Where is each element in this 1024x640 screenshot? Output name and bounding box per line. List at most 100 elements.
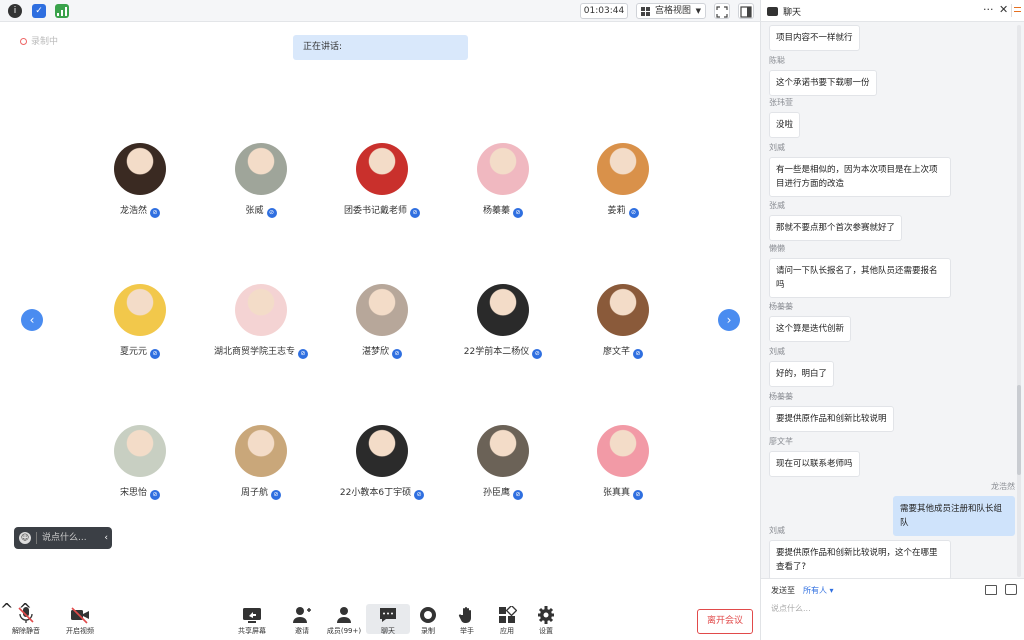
mic-muted-icon: ⊘ — [271, 490, 281, 500]
participant-name: 杨蓁蓁 — [482, 206, 510, 216]
unmute-label: 解除静音 — [12, 627, 40, 635]
participant-tile[interactable]: 姜莉 ⊘ — [548, 143, 698, 218]
chat-label: 聊天 — [381, 627, 395, 635]
quick-chat-bar[interactable]: ☺ 说点什么... ‹ — [14, 527, 112, 549]
hand-icon — [457, 606, 477, 624]
apps-label: 应用 — [500, 627, 514, 635]
mic-muted-icon: ⊘ — [414, 490, 425, 500]
message-sender: 张威 — [769, 201, 785, 210]
view-mode-dropdown[interactable]: 宫格视图 ▼ — [636, 3, 706, 19]
message-bubble: 要提供原作品和创新比较说明，这个在哪里查看了? — [769, 540, 951, 580]
more-options-icon[interactable]: ··· — [983, 3, 994, 16]
chat-bubble-icon — [378, 606, 398, 624]
recipient-dropdown[interactable]: 所有人 ▾ — [803, 585, 834, 596]
chat-icon — [767, 7, 778, 16]
mic-muted-icon: ⊘ — [513, 208, 523, 218]
chat-compose: 发送至 所有人 ▾ 说点什么... — [761, 578, 1024, 640]
chat-scrollbar[interactable] — [1017, 25, 1021, 577]
message-bubble: 这个算是迭代创新 — [769, 316, 852, 342]
chat-panel: 聊天 ··· ✕ 项目内容不一样就行 陈聪 这个承诺书要下载哪一份 张玮萱 没啦 刘威 有一… — [760, 0, 1024, 640]
participant-name: 湛梦欣 — [361, 347, 389, 357]
participant-name: 团委书记戴老师 — [343, 206, 407, 216]
caret-down-icon: ▼ — [695, 7, 701, 15]
message-sender: 刘威 — [769, 526, 785, 535]
muted-mic-icon — [16, 606, 36, 624]
chat-message: 刘威 好的，明白了 — [769, 346, 1009, 387]
chat-message: 杨蓁蓁 要提供原作品和创新比较说明 — [769, 391, 1009, 432]
invite-button[interactable]: 邀请 — [280, 606, 324, 636]
mic-muted-icon: ⊘ — [410, 208, 420, 218]
message-bubble: 有一些是相似的，因为本次项目是在上次项目进行方面的改造 — [769, 157, 951, 197]
fullscreen-icon[interactable] — [714, 3, 730, 19]
avatar — [477, 284, 529, 336]
participant-name: 姜莉 — [607, 206, 626, 216]
avatar — [597, 284, 649, 336]
mic-muted-icon: ⊘ — [532, 349, 543, 359]
screenshot-icon[interactable] — [1005, 584, 1017, 595]
chat-button[interactable]: 聊天 — [366, 604, 410, 635]
chat-message: 张玮萱 没啦 — [769, 97, 1009, 138]
signal-icon[interactable] — [55, 4, 69, 18]
top-bar: i ✓ 01:03:44 宫格视图 ▼ — [0, 0, 760, 22]
apps-button[interactable]: 应用 — [485, 604, 529, 636]
message-sender: 龙浩然 — [991, 482, 1015, 491]
divider — [36, 532, 37, 544]
avatar — [356, 425, 408, 477]
mic-muted-icon: ⊘ — [513, 490, 523, 500]
apps-icon — [497, 604, 518, 624]
unmute-button[interactable]: 解除静音 — [4, 606, 48, 636]
participant-name: 夏元元 — [119, 347, 147, 357]
message-bubble: 请问一下队长报名了，其他队员还需要报名吗 — [769, 258, 951, 298]
avatar — [114, 284, 166, 336]
send-to-label: 发送至 — [771, 586, 795, 595]
chat-message: 懒懒 请问一下队长报名了，其他队员还需要报名吗 — [769, 243, 1009, 298]
members-button[interactable]: 成员(99+) — [322, 606, 366, 636]
collapse-arrow-icon[interactable]: ‹ — [104, 527, 108, 549]
close-icon[interactable]: ✕ — [999, 3, 1008, 16]
share-screen-label: 共享屏幕 — [238, 627, 266, 635]
menu-icon[interactable] — [1011, 4, 1022, 17]
avatar — [356, 284, 408, 336]
start-video-button[interactable]: 开启视频 — [58, 606, 102, 636]
chat-message: 张威那就不要点那个首次参赛就好了 — [769, 200, 1009, 241]
chat-message: 陈聪 这个承诺书要下载哪一份 — [769, 55, 1009, 96]
chat-title: 聊天 — [783, 8, 802, 18]
participant-name: 龙浩然 — [119, 206, 147, 216]
participant-name: 宋思怡 — [119, 488, 147, 498]
mic-muted-icon: ⊘ — [150, 208, 160, 218]
speaking-banner: 正在讲话: — [293, 35, 468, 60]
participant-tile[interactable]: 张真真 ⊘ — [548, 425, 698, 500]
view-mode-label: 宫格视图 — [655, 6, 692, 16]
message-sender: 廖文芊 — [769, 437, 793, 446]
chat-input[interactable]: 说点什么... — [771, 603, 811, 614]
video-off-icon — [70, 606, 90, 624]
invite-label: 邀请 — [295, 627, 309, 635]
scrollbar-thumb[interactable] — [1017, 385, 1021, 475]
message-sender: 刘威 — [769, 347, 785, 356]
emoji-icon[interactable]: ☺ — [19, 532, 31, 544]
shield-icon[interactable]: ✓ — [32, 4, 46, 18]
message-sender: 张玮萱 — [769, 98, 793, 107]
raise-hand-button[interactable]: 举手 — [445, 606, 489, 636]
quick-chat-placeholder[interactable]: 说点什么... — [42, 527, 87, 549]
layout-icon[interactable] — [738, 3, 754, 19]
settings-button[interactable]: 设置 — [524, 606, 568, 636]
message-sender: 杨蓁蓁 — [769, 302, 793, 311]
mic-muted-icon: ⊘ — [633, 349, 643, 359]
info-icon[interactable]: i — [8, 4, 22, 18]
share-screen-button[interactable]: 共享屏幕 — [230, 606, 274, 636]
share-screen-icon — [242, 606, 262, 624]
participant-name: 廖文芊 — [602, 347, 630, 357]
meeting-window: i ✓ 01:03:44 宫格视图 ▼ 录制中 正在讲话: 龙浩然 ⊘ 张威 ⊘ 团委书… — [0, 0, 1024, 640]
file-icon[interactable] — [985, 585, 997, 595]
prev-page-button[interactable]: ‹ — [21, 309, 43, 331]
record-button[interactable]: 录制 — [406, 606, 450, 636]
meeting-timer: 01:03:44 — [580, 3, 628, 19]
participant-tile[interactable]: 廖文芊 ⊘ — [548, 284, 698, 359]
leave-meeting-button[interactable]: 离开会议 — [697, 609, 753, 634]
record-icon — [418, 606, 438, 624]
message-bubble: 那就不要点那个首次参赛就好了 — [769, 215, 903, 241]
avatar — [597, 425, 649, 477]
chat-message: 杨蓁蓁这个算是迭代创新 — [769, 301, 1009, 342]
next-page-button[interactable]: › — [718, 309, 740, 331]
